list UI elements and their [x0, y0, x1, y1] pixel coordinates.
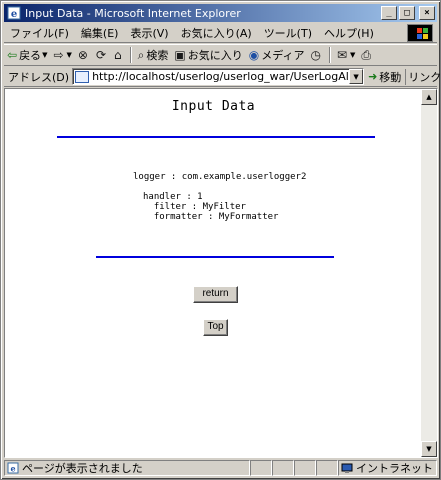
refresh-icon: ⟳	[95, 48, 107, 62]
menu-favorites[interactable]: お気に入り(A)	[175, 25, 258, 41]
chevron-down-icon: ▼	[350, 51, 356, 59]
favorites-button[interactable]: ▣ お気に入り	[171, 47, 245, 63]
address-bar: アドレス(D) http://localhost/userlog/userlog…	[4, 67, 441, 87]
page-icon	[75, 70, 90, 83]
scroll-down-button[interactable]: ▼	[421, 441, 437, 457]
status-text-pane: e ページが表示されました	[4, 460, 250, 476]
ie-logo-icon: e	[7, 6, 21, 20]
close-button[interactable]: ×	[419, 6, 435, 20]
print-button[interactable]: ⎙	[358, 48, 376, 63]
handler-line: handler : 1	[143, 192, 203, 202]
media-icon: ◉	[248, 48, 260, 62]
address-url[interactable]: http://localhost/userlog/userlog_war/Use…	[92, 70, 349, 83]
zone-text: イントラネット	[356, 462, 433, 475]
home-icon: ⌂	[114, 48, 122, 62]
favorites-label: お気に入り	[187, 49, 243, 62]
content-area: Input Data logger : com.example.userlogg…	[4, 88, 438, 458]
menu-help[interactable]: ヘルプ(H)	[318, 25, 380, 41]
web-page: Input Data logger : com.example.userlogg…	[5, 89, 422, 457]
go-label: 移動	[379, 70, 402, 84]
address-dropdown-button[interactable]: ▼	[349, 69, 364, 84]
stop-icon: ⊗	[77, 48, 88, 62]
media-label: メディア	[261, 49, 305, 62]
toolbar-separator	[129, 47, 132, 63]
maximize-button[interactable]: □	[399, 6, 415, 20]
address-input[interactable]: http://localhost/userlog/userlog_war/Use…	[72, 68, 365, 85]
chevron-down-icon: ▼	[66, 51, 72, 59]
chevron-down-icon: ▼	[42, 51, 48, 59]
back-arrow-icon: ⇦	[7, 48, 18, 62]
history-icon: ◷	[310, 48, 321, 62]
formatter-line: formatter : MyFormatter	[143, 212, 279, 222]
status-pane	[294, 460, 316, 476]
search-label: 検索	[146, 49, 169, 62]
stop-button[interactable]: ⊗	[75, 48, 93, 62]
logger-line: logger : com.example.userlogger2	[133, 172, 307, 182]
mail-icon: ✉	[336, 48, 347, 62]
zone-pane: イントラネット	[338, 460, 437, 476]
status-bar: e ページが表示されました イントラネット	[4, 459, 437, 477]
back-button[interactable]: ⇦ 戻る ▼	[4, 47, 50, 63]
minimize-button[interactable]: _	[381, 6, 397, 20]
status-text: ページが表示されました	[22, 462, 143, 475]
browser-window: e Input Data - Microsoft Internet Explor…	[0, 0, 441, 480]
menu-view[interactable]: 表示(V)	[124, 25, 174, 41]
search-icon: ⌕	[137, 47, 145, 62]
print-icon: ⎙	[361, 47, 371, 62]
vertical-scrollbar[interactable]: ▲ ▼	[421, 89, 437, 457]
go-arrow-icon: ➜	[368, 70, 378, 83]
mail-button[interactable]: ✉ ▼	[334, 48, 358, 62]
svg-text:e: e	[10, 464, 15, 474]
status-pane	[272, 460, 294, 476]
links-button[interactable]: リンク »	[405, 68, 441, 85]
status-pane	[250, 460, 272, 476]
menu-tools[interactable]: ツール(T)	[258, 25, 318, 41]
return-button[interactable]: return	[193, 286, 238, 303]
favorites-folder-icon: ▣	[174, 48, 186, 62]
search-button[interactable]: ⌕ 検索	[135, 47, 172, 63]
scroll-up-button[interactable]: ▲	[421, 89, 437, 105]
window-title: Input Data - Microsoft Internet Explorer	[25, 6, 241, 20]
status-pane	[316, 460, 338, 476]
home-button[interactable]: ⌂	[111, 48, 127, 62]
toolbar: ⇦ 戻る ▼ ⇨ ▼ ⊗ ⟳ ⌂ ⌕ 検索 ▣ お気に入り ◉ メディア ◷ ✉…	[4, 44, 437, 66]
back-label: 戻る	[19, 49, 42, 62]
intranet-icon	[341, 462, 353, 474]
filter-line: filter : MyFilter	[143, 202, 246, 212]
address-label: アドレス(D)	[8, 70, 70, 84]
title-bar[interactable]: e Input Data - Microsoft Internet Explor…	[4, 4, 437, 22]
media-button[interactable]: ◉ メディア	[246, 47, 308, 63]
forward-button[interactable]: ⇨ ▼	[50, 48, 74, 62]
go-button[interactable]: ➜ 移動	[364, 69, 405, 85]
toolbar-separator	[328, 47, 331, 63]
menu-bar: ファイル(F) 編集(E) 表示(V) お気に入り(A) ツール(T) ヘルプ(…	[4, 23, 437, 43]
horizontal-rule-top	[57, 136, 375, 138]
page-done-icon: e	[7, 462, 19, 474]
history-button[interactable]: ◷	[307, 48, 325, 62]
svg-text:e: e	[11, 9, 17, 20]
horizontal-rule-bottom	[96, 256, 334, 258]
windows-logo-icon	[407, 24, 433, 42]
menu-file[interactable]: ファイル(F)	[4, 25, 75, 41]
refresh-button[interactable]: ⟳	[93, 48, 111, 62]
forward-arrow-icon: ⇨	[53, 48, 64, 62]
top-button[interactable]: Top	[203, 319, 228, 336]
page-title: Input Data	[171, 99, 256, 114]
menu-edit[interactable]: 編集(E)	[75, 25, 125, 41]
